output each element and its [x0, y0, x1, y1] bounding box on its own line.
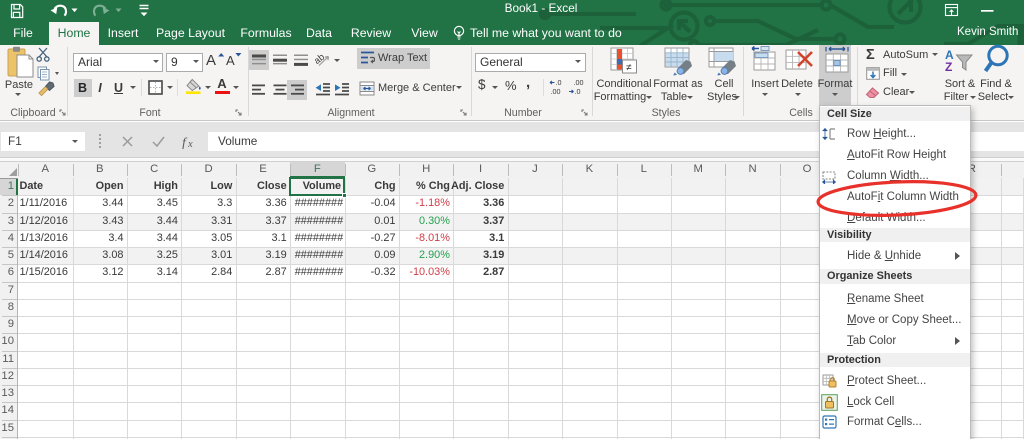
- svg-text:x: x: [187, 139, 193, 149]
- svg-text:≠: ≠: [626, 63, 632, 74]
- svg-text:A: A: [226, 53, 235, 68]
- svg-text:.00: .00: [551, 87, 561, 96]
- svg-text:Z: Z: [945, 60, 952, 71]
- svg-text:A: A: [206, 52, 216, 68]
- svg-text:.0: .0: [556, 78, 562, 87]
